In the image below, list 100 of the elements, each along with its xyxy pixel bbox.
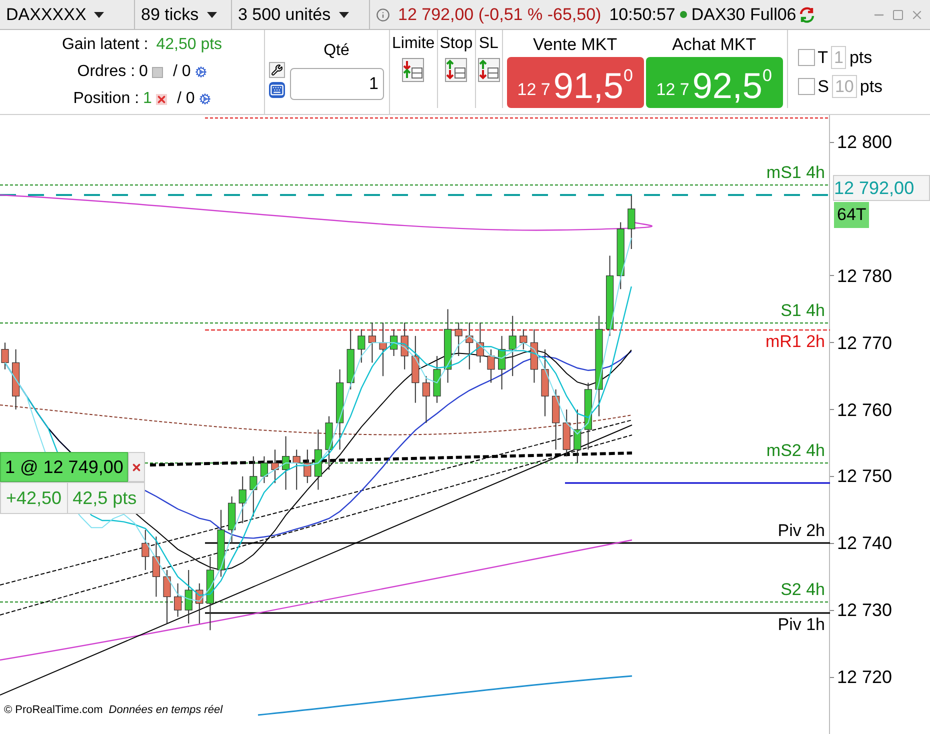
- keyboard-icon[interactable]: [269, 82, 285, 98]
- feed-label: DAX30 Full06: [691, 4, 796, 26]
- option-unit: pts: [849, 46, 872, 68]
- candlestick: [12, 348, 20, 410]
- candlestick: [508, 315, 516, 377]
- candlestick: [541, 348, 549, 417]
- option-checkbox[interactable]: [798, 78, 815, 96]
- order-type-button[interactable]: SL: [476, 30, 503, 108]
- toolbar-dropdown[interactable]: DAXXXXX: [0, 0, 135, 29]
- candlestick: [530, 328, 538, 384]
- wrench-icon[interactable]: [269, 62, 285, 78]
- candlestick: [584, 382, 592, 450]
- position-count: 1: [143, 89, 152, 109]
- option-letter: T: [818, 46, 828, 68]
- candlestick: [238, 476, 246, 524]
- candlestick: [616, 222, 624, 290]
- price-axis-label: 12 750: [837, 465, 892, 488]
- candlestick: [325, 416, 333, 470]
- candlestick: [454, 322, 462, 356]
- price-axis-label: 12 720: [837, 666, 892, 689]
- close-position-button[interactable]: [128, 452, 146, 482]
- candlestick: [433, 356, 441, 404]
- candlestick: [282, 436, 290, 490]
- quote-change: 12 792,00 (-0,51 % -65,50): [398, 4, 602, 26]
- refresh-icon[interactable]: [798, 6, 816, 24]
- market-order-label: Vente MKT: [533, 34, 618, 53]
- candlestick: [152, 536, 160, 598]
- quantity-label: Qté: [324, 41, 350, 61]
- candlestick: [292, 449, 300, 490]
- position-label: Position :: [73, 89, 140, 109]
- level-label: mS1 4h: [766, 164, 825, 181]
- candlestick: [196, 582, 204, 624]
- maximize-icon[interactable]: [892, 8, 904, 20]
- candlestick: [260, 456, 268, 484]
- position-auto: / 0: [176, 89, 195, 109]
- candlestick: [314, 429, 322, 490]
- info-icon[interactable]: [376, 8, 390, 22]
- order-ticket-icon: [478, 58, 500, 82]
- price-axis-label: 12 760: [837, 398, 892, 422]
- option-checkbox[interactable]: [798, 48, 815, 66]
- candlestick: [1, 342, 9, 370]
- candlestick: [476, 322, 484, 364]
- candlestick: [304, 449, 312, 484]
- order-ticket-icon: [445, 58, 468, 82]
- candlestick: [552, 388, 560, 450]
- toolbar-dropdown[interactable]: 3 500 unités: [232, 0, 370, 29]
- quantity-field[interactable]: 1: [290, 68, 384, 100]
- gear-icon[interactable]: [194, 66, 207, 78]
- level-label: Piv 2h: [778, 522, 825, 539]
- order-type-button[interactable]: Stop: [438, 30, 476, 108]
- gear-icon[interactable]: [198, 93, 211, 105]
- candlestick: [520, 328, 528, 350]
- position-pnl-points: 42,5 pts: [72, 487, 138, 510]
- candlestick: [390, 328, 398, 356]
- option-letter: S: [818, 76, 829, 98]
- option-unit: pts: [860, 76, 883, 98]
- candlestick: [379, 322, 387, 377]
- candlestick: [368, 322, 376, 364]
- caret-icon: [338, 12, 349, 18]
- price-axis-label: 12 780: [837, 264, 892, 288]
- candlestick: [574, 409, 582, 464]
- cancel-disabled-icon: [152, 66, 163, 78]
- candlestick: [174, 582, 182, 618]
- cancel-icon[interactable]: [156, 94, 167, 104]
- candlestick: [142, 529, 150, 570]
- data-notice: Données en temps réel: [108, 702, 223, 718]
- current-price-tag: 12 792,00: [833, 175, 930, 201]
- candlestick: [228, 496, 236, 544]
- candlestick: [498, 335, 506, 390]
- candlestick: [217, 509, 225, 578]
- level-label: mR1 2h: [765, 333, 825, 350]
- candlestick: [358, 328, 366, 364]
- market-order-label: Achat MKT: [672, 34, 756, 53]
- candlestick: [487, 348, 495, 384]
- candlestick: [271, 449, 279, 484]
- candlestick: [628, 195, 636, 250]
- close-icon: [131, 462, 142, 472]
- price-axis-label: 12 800: [837, 131, 892, 154]
- tick-count-badge: 64T: [834, 202, 870, 228]
- candlestick: [184, 570, 192, 624]
- clock-time: 10:50:57: [609, 4, 676, 26]
- order-ticket-icon: [402, 58, 424, 82]
- candlestick: [346, 328, 354, 390]
- position-summary: 1 @ 12 749,00: [0, 452, 128, 482]
- caret-icon: [206, 12, 217, 18]
- orders-auto: / 0: [172, 62, 191, 82]
- copyright-text: © ProRealTime.com: [4, 702, 103, 718]
- candlestick: [400, 322, 408, 370]
- price-axis-label: 12 730: [837, 599, 892, 622]
- candlestick: [562, 409, 570, 457]
- candlestick: [163, 570, 171, 624]
- gain-value: 42,50 pts: [156, 35, 222, 55]
- order-type-button[interactable]: Limite: [390, 30, 438, 108]
- orders-label: Ordres :: [77, 62, 136, 82]
- orders-count: 0: [139, 62, 148, 82]
- candlestick: [250, 456, 258, 517]
- toolbar-dropdown[interactable]: 89 ticks: [135, 0, 232, 29]
- position-pnl: +42,50: [1, 483, 68, 513]
- price-axis-label: 12 740: [837, 532, 892, 556]
- level-label: Piv 1h: [778, 616, 825, 633]
